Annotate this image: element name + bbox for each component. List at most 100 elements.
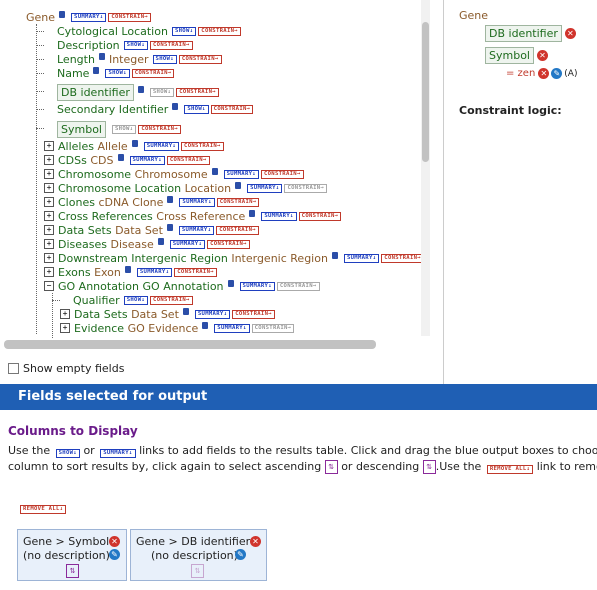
summary-tag[interactable]: SUMMARY↓ (214, 323, 250, 333)
sort-icon[interactable]: ⇅ (191, 564, 204, 578)
constrain-tag[interactable]: CONSTRAIN→ (207, 239, 250, 249)
note-icon[interactable] (137, 85, 144, 93)
show-tag[interactable]: SHOW↓ (123, 40, 148, 50)
constrain-tag[interactable]: CONSTRAIN→ (276, 281, 320, 291)
note-icon[interactable] (98, 52, 105, 60)
ref-label[interactable]: Chromosome Location (58, 182, 181, 195)
constrain-tag[interactable]: CONSTRAIN→ (174, 267, 217, 277)
constrain-tag[interactable]: CONSTRAIN→ (166, 155, 210, 165)
note-icon[interactable] (227, 279, 234, 287)
ref-label[interactable]: Diseases (58, 238, 107, 251)
constrain-tag[interactable]: CONSTRAIN→ (298, 211, 342, 221)
note-icon[interactable] (331, 251, 338, 259)
sort-icon[interactable]: ⇅ (66, 564, 79, 578)
expand-icon[interactable]: + (44, 183, 54, 193)
expand-icon[interactable]: + (44, 169, 54, 179)
ref-label[interactable]: Cross References (58, 210, 153, 223)
constraint-field[interactable]: Symbol (485, 47, 534, 64)
summary-tag[interactable]: SUMMARY↓ (223, 169, 259, 179)
collapse-icon[interactable]: − (44, 281, 54, 291)
expand-icon[interactable]: + (60, 309, 70, 319)
ref-label[interactable]: Data Sets (74, 308, 128, 321)
note-icon[interactable] (131, 139, 138, 147)
remove-all-button[interactable]: REMOVE ALL↓ (18, 500, 67, 514)
summary-tag[interactable]: SUMMARY↓ (129, 155, 165, 165)
edit-icon[interactable]: ✎ (235, 549, 246, 560)
summary-tag[interactable]: SUMMARY↓ (169, 239, 206, 249)
show-tag[interactable]: SHOW↓ (111, 124, 137, 134)
note-icon[interactable] (235, 181, 242, 189)
summary-tag[interactable]: SUMMARY↓ (194, 309, 231, 319)
constrain-tag[interactable]: CONSTRAIN→ (210, 104, 254, 114)
summary-tag[interactable]: SUMMARY↓ (179, 197, 215, 207)
ref-label[interactable]: CDSs (58, 154, 87, 167)
tree-horizontal-scrollbar[interactable] (4, 340, 376, 349)
show-tag[interactable]: SHOW↓ (171, 26, 197, 36)
show-empty-checkbox[interactable] (8, 363, 19, 374)
edit-icon[interactable]: ✎ (109, 549, 120, 560)
constrain-tag[interactable]: CONSTRAIN→ (150, 40, 193, 50)
summary-tag[interactable]: SUMMARY↓ (143, 141, 180, 151)
note-icon[interactable] (93, 66, 100, 74)
expand-icon[interactable]: + (44, 267, 54, 277)
summary-tag[interactable]: SUMMARY↓ (261, 211, 297, 221)
constrain-tag[interactable]: CONSTRAIN→ (284, 183, 328, 193)
note-icon[interactable] (124, 265, 131, 273)
ref-label[interactable]: Exons (58, 266, 91, 279)
ref-label[interactable]: Data Sets (58, 224, 112, 237)
x-circle-icon[interactable]: ✕ (564, 28, 576, 39)
constrain-tag[interactable]: CONSTRAIN→ (260, 169, 304, 179)
note-icon[interactable] (59, 10, 66, 18)
note-icon[interactable] (211, 167, 218, 175)
output-column-symbol[interactable]: Gene > Symbol ✕ (no description) ✎ ⇅ (17, 529, 127, 581)
show-tag[interactable]: SHOW↓ (105, 68, 130, 78)
x-circle-icon[interactable]: ✕ (250, 536, 261, 547)
constrain-tag[interactable]: CONSTRAIN→ (216, 197, 260, 207)
x-circle-icon[interactable]: ✕ (538, 68, 550, 79)
show-tag[interactable]: SHOW↓ (184, 104, 209, 114)
summary-tag[interactable]: SUMMARY↓ (178, 225, 215, 235)
note-icon[interactable] (249, 209, 256, 217)
constrain-tag[interactable]: CONSTRAIN→ (108, 12, 152, 22)
constrain-tag[interactable]: CONSTRAIN→ (181, 141, 224, 151)
expand-icon[interactable]: + (44, 211, 54, 221)
ref-label[interactable]: Evidence (74, 322, 124, 335)
constrain-tag[interactable]: CONSTRAIN→ (131, 68, 175, 78)
expand-icon[interactable]: + (44, 239, 54, 249)
constrain-tag[interactable]: CONSTRAIN→ (150, 295, 193, 305)
show-empty-fields[interactable]: Show empty fields (8, 362, 124, 375)
note-icon[interactable] (167, 195, 174, 203)
ref-label[interactable]: Downstream Intergenic Region (58, 252, 228, 265)
summary-tag[interactable]: SUMMARY↓ (239, 281, 275, 291)
note-icon[interactable] (157, 237, 164, 245)
constrain-tag[interactable]: CONSTRAIN→ (178, 54, 222, 64)
remove-all-label[interactable]: REMOVE ALL↓ (20, 505, 67, 514)
x-circle-icon[interactable]: ✕ (536, 50, 548, 61)
attr-label[interactable]: Symbol (57, 120, 106, 138)
ref-label[interactable]: Alleles (58, 140, 94, 153)
expand-icon[interactable]: + (44, 141, 54, 151)
output-column-db-identifier[interactable]: Gene > DB identifier ✕ (no description) … (130, 529, 267, 581)
note-icon[interactable] (166, 223, 173, 231)
expand-icon[interactable]: + (44, 253, 54, 263)
constrain-tag[interactable]: CONSTRAIN→ (381, 253, 424, 263)
constrain-tag[interactable]: CONSTRAIN→ (198, 26, 241, 36)
constraint-field[interactable]: DB identifier (485, 25, 562, 42)
constrain-tag[interactable]: CONSTRAIN→ (216, 225, 259, 235)
constrain-tag[interactable]: CONSTRAIN→ (176, 87, 219, 97)
expand-icon[interactable]: + (44, 155, 54, 165)
expand-icon[interactable]: + (44, 197, 54, 207)
ref-label[interactable]: Clones (58, 196, 95, 209)
expand-icon[interactable]: + (60, 323, 70, 333)
summary-tag[interactable]: SUMMARY↓ (136, 267, 173, 277)
show-tag[interactable]: SHOW↓ (152, 54, 177, 64)
constrain-tag[interactable]: CONSTRAIN→ (138, 124, 182, 134)
constrain-tag[interactable]: CONSTRAIN→ (232, 309, 275, 319)
x-circle-icon[interactable]: ✕ (109, 536, 120, 547)
summary-tag[interactable]: SUMMARY↓ (343, 253, 380, 263)
edit-icon[interactable]: ✎ (551, 68, 563, 79)
show-tag[interactable]: SHOW↓ (149, 87, 175, 97)
expand-icon[interactable]: + (44, 225, 54, 235)
ref-label[interactable]: GO Annotation (58, 280, 139, 293)
note-icon[interactable] (172, 102, 179, 110)
